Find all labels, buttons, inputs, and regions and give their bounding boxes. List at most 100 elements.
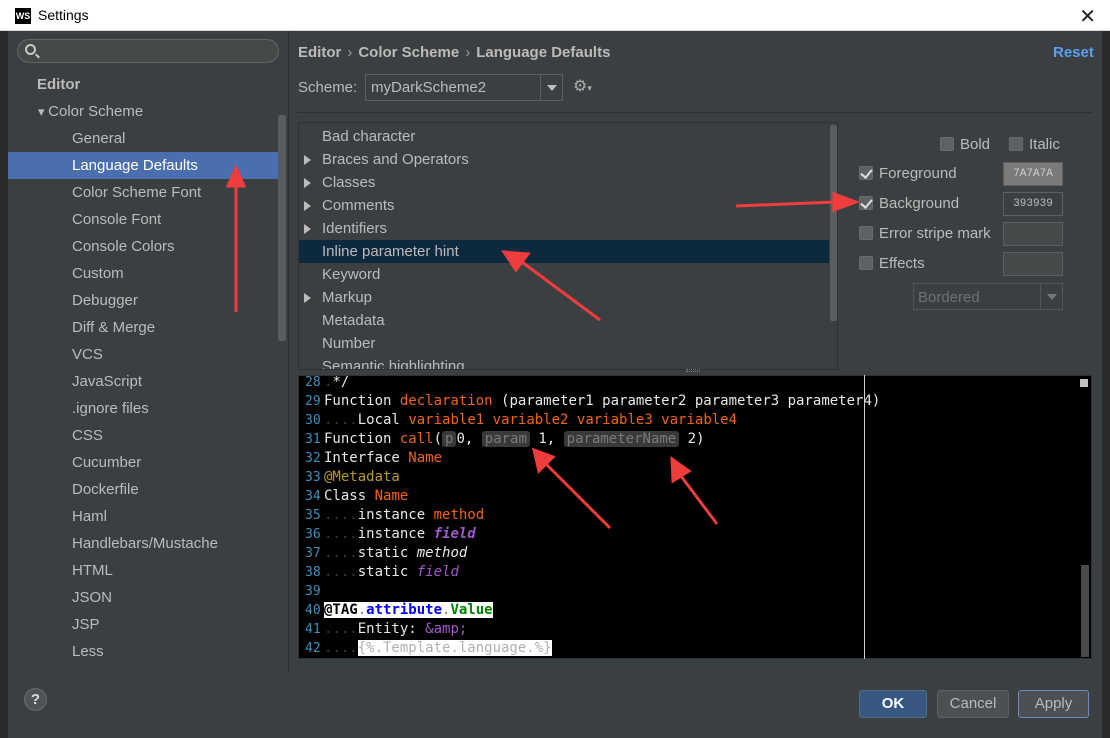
error-stripe-marker[interactable] (1080, 379, 1088, 387)
sidebar-item-html[interactable]: HTML (72, 557, 113, 584)
gear-icon[interactable]: ⚙▾ (573, 76, 592, 96)
chevron-down-icon (1040, 284, 1062, 309)
settings-sidebar: Editor ▾ Color Scheme General Language Defa… (8, 31, 288, 671)
window-left-edge (0, 31, 8, 738)
splitter-grip[interactable] (686, 369, 700, 372)
attribute-item[interactable]: Identifiers (299, 217, 829, 240)
background-checkbox[interactable] (859, 196, 873, 210)
attribute-list-scrollbar[interactable] (830, 125, 837, 321)
expand-triangle-icon[interactable] (304, 178, 311, 188)
expand-triangle-icon[interactable] (304, 201, 311, 211)
expand-triangle-icon[interactable] (304, 155, 311, 165)
help-button[interactable]: ? (24, 688, 47, 711)
attribute-item[interactable]: Inline parameter hint (299, 240, 829, 263)
foreground-checkbox[interactable] (859, 166, 873, 180)
inline-hint: parameterName (563, 431, 680, 447)
effects-color-field[interactable] (1003, 252, 1063, 276)
chevron-down-icon[interactable] (540, 75, 562, 100)
attribute-item[interactable]: Number (299, 332, 829, 355)
code-preview[interactable]: 28 .*/ 29 Function declaration (parameter1… (298, 375, 1092, 659)
sidebar-scrollbar[interactable] (278, 115, 286, 341)
bold-checkbox[interactable] (940, 137, 954, 151)
effects-label: Effects (879, 255, 925, 272)
right-margin-guide (864, 375, 865, 659)
attribute-label: Inline parameter hint (322, 243, 459, 260)
attribute-label: Classes (322, 174, 376, 191)
ok-button[interactable]: OK (859, 690, 927, 718)
attribute-label: Markup (322, 289, 373, 306)
effects-checkbox[interactable] (859, 256, 873, 270)
attribute-label: Identifiers (322, 220, 388, 237)
attribute-item[interactable]: Classes (299, 171, 829, 194)
scheme-value: myDarkScheme2 (371, 79, 487, 96)
sidebar-item-color-scheme[interactable]: ▾ Color Scheme (38, 98, 143, 125)
sidebar-item-less[interactable]: Less (72, 638, 104, 665)
italic-checkbox[interactable] (1009, 137, 1023, 151)
window-title: Settings (38, 7, 89, 23)
expand-triangle-icon[interactable] (304, 224, 311, 234)
attribute-label: Semantic highlighting (322, 358, 465, 370)
foreground-color-field[interactable]: 7A7A7A (1003, 162, 1063, 186)
sidebar-item-cucumber[interactable]: Cucumber (72, 449, 141, 476)
error-stripe-color-field[interactable] (1003, 222, 1063, 246)
sidebar-item-vcs[interactable]: VCS (72, 341, 103, 368)
sidebar-item-console-colors[interactable]: Console Colors (72, 233, 175, 260)
sidebar-item-javascript[interactable]: JavaScript (72, 368, 142, 395)
sidebar-item-console-font[interactable]: Console Font (72, 206, 161, 233)
sidebar-header-editor[interactable]: Editor (37, 71, 80, 98)
panel-divider[interactable] (288, 31, 289, 671)
code-line: 40 @TAG.attribute.Value (305, 602, 493, 618)
sidebar-item-custom[interactable]: Custom (72, 260, 124, 287)
attribute-item[interactable]: Braces and Operators (299, 148, 829, 171)
sidebar-item-debugger[interactable]: Debugger (72, 287, 138, 314)
code-preview-scrollbar[interactable] (1081, 565, 1089, 657)
cancel-button[interactable]: Cancel (937, 690, 1009, 718)
code-line: 41 ....Entity: &amp; (305, 621, 468, 637)
attribute-label: Braces and Operators (322, 151, 469, 168)
attribute-item[interactable]: Bad character (299, 125, 829, 148)
sidebar-item-json[interactable]: JSON (72, 584, 112, 611)
chevron-down-icon[interactable]: ▾ (38, 104, 48, 119)
expand-triangle-icon[interactable] (304, 293, 311, 303)
sidebar-item-haml[interactable]: Haml (72, 503, 107, 530)
italic-label: Italic (1029, 136, 1060, 153)
code-line: 28 .*/ (305, 375, 350, 390)
sidebar-item-diff-merge[interactable]: Diff & Merge (72, 314, 155, 341)
apply-button[interactable]: Apply (1018, 690, 1089, 718)
sidebar-item-css[interactable]: CSS (72, 422, 103, 449)
code-line: 39 (305, 584, 321, 599)
sidebar-item-jsp[interactable]: JSP (72, 611, 100, 638)
header-separator (298, 112, 1092, 113)
code-line: 30 ....Local variable1 variable2 variable… (305, 412, 738, 428)
code-line: 33 @Metadata (305, 469, 400, 485)
attribute-item[interactable]: Metadata (299, 309, 829, 332)
effect-type-dropdown[interactable]: Bordered (913, 283, 1063, 310)
sidebar-item-handlebars-mustache[interactable]: Handlebars/Mustache (72, 530, 218, 557)
scheme-dropdown[interactable]: myDarkScheme2 (365, 74, 563, 101)
inline-hint: param (481, 431, 530, 447)
sidebar-item-dockerfile[interactable]: Dockerfile (72, 476, 139, 503)
effect-type-value: Bordered (918, 289, 980, 306)
code-line: 36 ....instance field (305, 526, 476, 542)
attribute-item[interactable]: Comments (299, 194, 829, 217)
sidebar-item-color-scheme-font[interactable]: Color Scheme Font (72, 179, 201, 206)
sidebar-item-language-defaults[interactable]: Language Defaults (8, 152, 286, 179)
scheme-label: Scheme: (298, 79, 358, 96)
attribute-item[interactable]: Semantic highlighting (299, 355, 829, 370)
error-stripe-label: Error stripe mark (879, 225, 991, 242)
sidebar-item-ignore-files[interactable]: .ignore files (72, 395, 149, 422)
sidebar-item-general[interactable]: General (72, 125, 125, 152)
search-input[interactable] (17, 39, 279, 63)
error-stripe-checkbox[interactable] (859, 226, 873, 240)
attribute-label: Number (322, 335, 376, 352)
reset-link[interactable]: Reset (1053, 44, 1094, 61)
code-line: 34 Class Name (305, 488, 409, 504)
background-color-field[interactable]: 393939 (1003, 192, 1063, 216)
attribute-label: Metadata (322, 312, 385, 329)
attribute-item[interactable]: Markup (299, 286, 829, 309)
close-icon[interactable]: ✕ (1079, 4, 1096, 29)
attribute-item[interactable]: Keyword (299, 263, 829, 286)
breadcrumb-color-scheme: Color Scheme (358, 44, 460, 61)
code-line: 35 ....instance method (305, 507, 485, 523)
code-line: 32 Interface Name (305, 450, 443, 466)
